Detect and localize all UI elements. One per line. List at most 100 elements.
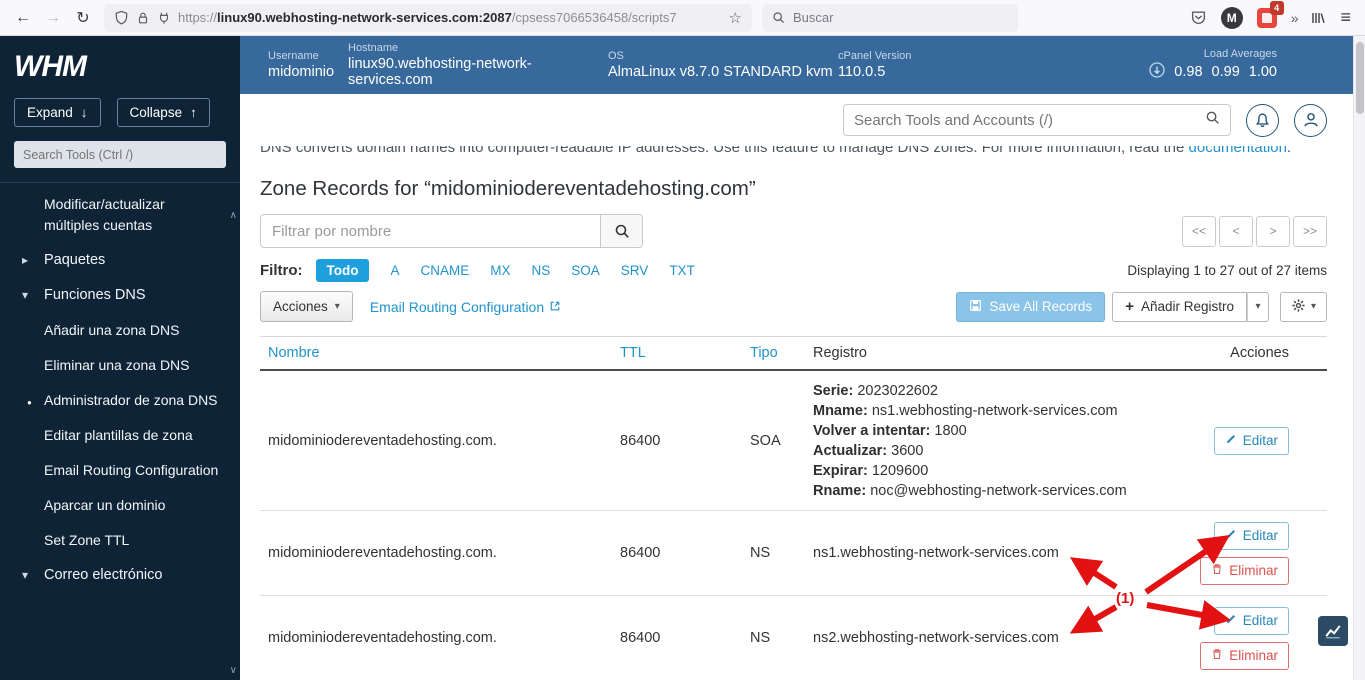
filter-pill-cname[interactable]: CNAME bbox=[421, 263, 470, 278]
delete-button[interactable]: Eliminar bbox=[1200, 642, 1289, 670]
address-bar[interactable]: https://linux90.webhosting-network-servi… bbox=[104, 4, 752, 32]
sidebar-menu: Modificar/actualizar múltiples cuentas ▸… bbox=[0, 183, 240, 593]
delete-button[interactable]: Eliminar bbox=[1200, 557, 1289, 585]
back-icon[interactable]: ← bbox=[8, 4, 38, 32]
filter-name-input[interactable] bbox=[260, 214, 601, 248]
sidebar-item-email-routing[interactable]: Email Routing Configuration bbox=[0, 453, 240, 488]
pocket-icon[interactable] bbox=[1190, 9, 1207, 26]
url-path: /cpsess7066536458/scripts7 bbox=[512, 10, 677, 25]
user-account-button[interactable] bbox=[1294, 104, 1327, 137]
sidebar-item-anadir-zona[interactable]: Añadir una zona DNS bbox=[0, 313, 240, 348]
bookmark-star-icon[interactable]: ☆ bbox=[729, 9, 742, 27]
pagination-last-button[interactable]: >> bbox=[1293, 216, 1327, 247]
cell-registro: ns2.webhosting-network-services.com bbox=[805, 630, 1157, 646]
external-link-icon bbox=[549, 299, 561, 315]
caret-down-icon: ▾ bbox=[335, 301, 340, 312]
forward-icon[interactable]: → bbox=[38, 4, 68, 32]
sidebar-scroll-down-icon[interactable]: ∨ bbox=[230, 665, 237, 676]
filter-search-button[interactable] bbox=[601, 214, 643, 248]
sidebar-item-label: Modificar/actualizar múltiples cuentas bbox=[44, 196, 165, 233]
url-scheme: https:// bbox=[178, 10, 217, 25]
whm-logo[interactable]: WHM bbox=[0, 36, 240, 84]
username-label: Username bbox=[268, 50, 348, 62]
sidebar-item-modificar-cuentas[interactable]: Modificar/actualizar múltiples cuentas bbox=[0, 187, 240, 243]
acciones-dropdown-button[interactable]: Acciones ▾ bbox=[260, 291, 353, 322]
tools-search-field[interactable] bbox=[843, 104, 1231, 136]
notifications-bell-button[interactable] bbox=[1246, 104, 1279, 137]
gear-icon bbox=[1291, 298, 1306, 316]
edit-label: Editar bbox=[1243, 433, 1278, 448]
soa-expire: Expirar: 1209600 bbox=[813, 461, 1157, 481]
lock-icon[interactable] bbox=[136, 11, 150, 25]
sidebar-item-eliminar-zona[interactable]: Eliminar una zona DNS bbox=[0, 348, 240, 383]
browser-search-field[interactable]: Buscar bbox=[762, 4, 1018, 32]
add-record-caret-button[interactable]: ▾ bbox=[1247, 292, 1269, 322]
cell-registro-soa: Serie: 2023022602 Mname: ns1.webhosting-… bbox=[805, 381, 1157, 501]
pagination-prev-button[interactable]: < bbox=[1219, 216, 1253, 247]
feedback-widget-button[interactable] bbox=[1318, 616, 1348, 646]
browser-search-placeholder: Buscar bbox=[793, 10, 833, 25]
trash-icon bbox=[1211, 648, 1223, 663]
col-header-acciones: Acciones bbox=[1157, 337, 1327, 369]
cpanel-version-value: 110.0.5 bbox=[838, 64, 911, 80]
load-down-circle-icon[interactable] bbox=[1149, 62, 1165, 83]
sidebar-item-aparcar-dominio[interactable]: Aparcar un dominio bbox=[0, 488, 240, 523]
menu-icon[interactable]: ≡ bbox=[1340, 7, 1351, 28]
filter-pill-mx[interactable]: MX bbox=[490, 263, 510, 278]
col-header-tipo[interactable]: Tipo bbox=[742, 337, 805, 369]
caret-down-icon: ▾ bbox=[1311, 301, 1316, 312]
server-cpanel-version: cPanel Version 110.0.5 bbox=[838, 50, 911, 80]
collapse-button[interactable]: Collapse ↑ bbox=[117, 98, 210, 127]
sidebar-item-funciones-dns[interactable]: ▾ Funciones DNS bbox=[0, 278, 240, 313]
edit-button[interactable]: Editar bbox=[1214, 607, 1289, 635]
soa-label: Serie: bbox=[813, 383, 853, 399]
filter-pill-a[interactable]: A bbox=[390, 263, 399, 278]
load-3: 1.00 bbox=[1249, 64, 1277, 80]
save-all-records-button[interactable]: Save All Records bbox=[956, 292, 1105, 322]
page-scrollbar[interactable] bbox=[1353, 36, 1365, 680]
sidebar-item-label: Set Zone TTL bbox=[44, 532, 129, 548]
chevron-down-icon: ▾ bbox=[22, 285, 28, 306]
permissions-icon[interactable] bbox=[157, 11, 171, 25]
email-routing-configuration-link[interactable]: Email Routing Configuration bbox=[370, 299, 561, 315]
save-icon bbox=[969, 299, 982, 315]
edit-button[interactable]: Editar bbox=[1214, 427, 1289, 455]
server-username: Username midominio bbox=[268, 50, 348, 80]
sidebar-item-administrador-zona-dns[interactable]: ● Administrador de zona DNS bbox=[0, 383, 240, 418]
sidebar-item-set-zone-ttl[interactable]: Set Zone TTL bbox=[0, 523, 240, 558]
soa-value: 3600 bbox=[891, 443, 923, 459]
sidebar-item-correo-electronico[interactable]: ▾ Correo electrónico bbox=[0, 558, 240, 593]
sidebar-item-editar-plantillas[interactable]: Editar plantillas de zona bbox=[0, 418, 240, 453]
cell-tipo: NS bbox=[742, 545, 805, 561]
extension-icon[interactable]: 4 bbox=[1257, 8, 1277, 28]
pencil-icon bbox=[1225, 613, 1237, 628]
shield-icon[interactable] bbox=[114, 10, 129, 25]
page-scrollbar-thumb[interactable] bbox=[1356, 42, 1364, 114]
filter-pill-srv[interactable]: SRV bbox=[621, 263, 649, 278]
pagination-first-button[interactable]: << bbox=[1182, 216, 1216, 247]
profile-avatar[interactable]: M bbox=[1221, 7, 1243, 29]
settings-gear-button[interactable]: ▾ bbox=[1280, 292, 1327, 322]
sidebar-scroll-up-icon[interactable]: ∧ bbox=[230, 210, 237, 221]
load-averages-values: 0.98 0.99 1.00 bbox=[1149, 62, 1277, 83]
expand-button[interactable]: Expand ↓ bbox=[14, 98, 101, 127]
library-icon[interactable] bbox=[1310, 10, 1326, 26]
overflow-chevrons-icon[interactable]: » bbox=[1291, 10, 1297, 26]
col-header-ttl[interactable]: TTL bbox=[612, 337, 742, 369]
pagination-next-button[interactable]: > bbox=[1256, 216, 1290, 247]
refresh-icon[interactable]: ↻ bbox=[68, 4, 98, 32]
sidebar-search-input[interactable] bbox=[14, 141, 226, 168]
table-header-row: Nombre TTL Tipo Registro Acciones bbox=[260, 337, 1327, 371]
col-header-nombre[interactable]: Nombre bbox=[260, 337, 612, 369]
filter-pill-ns[interactable]: NS bbox=[532, 263, 551, 278]
cell-acciones: Editar Eliminar bbox=[1157, 607, 1327, 670]
search-icon bbox=[1205, 110, 1220, 130]
filter-pill-soa[interactable]: SOA bbox=[571, 263, 600, 278]
filter-pill-txt[interactable]: TXT bbox=[669, 263, 695, 278]
filter-pill-todo[interactable]: Todo bbox=[316, 259, 370, 282]
tools-search-input[interactable] bbox=[854, 112, 1205, 129]
edit-button[interactable]: Editar bbox=[1214, 522, 1289, 550]
add-record-button[interactable]: + Añadir Registro bbox=[1112, 292, 1247, 322]
sidebar-item-paquetes[interactable]: ▸ Paquetes bbox=[0, 243, 240, 278]
load-2: 0.99 bbox=[1212, 64, 1240, 80]
